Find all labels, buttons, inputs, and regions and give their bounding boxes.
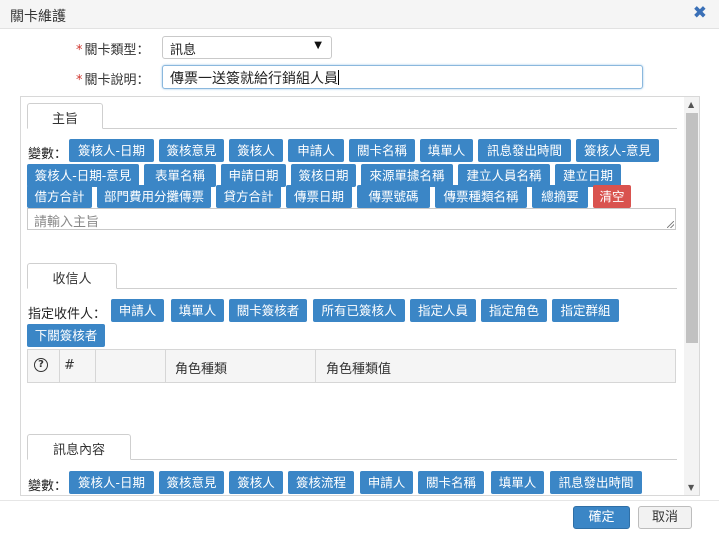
subject-var-button[interactable]: 簽核人-日期 <box>69 139 154 162</box>
vertical-scrollbar[interactable]: ▲ ▼ <box>684 97 699 495</box>
desc-input[interactable]: 傳票一送簽就給行銷組人員 <box>162 65 643 89</box>
subject-var-button[interactable]: 總摘要 <box>532 185 588 208</box>
recipient-button[interactable]: 申請人 <box>111 299 164 322</box>
recipient-button[interactable]: 所有已簽核人 <box>313 299 405 322</box>
subject-var-button[interactable]: 訊息發出時間 <box>478 139 571 162</box>
subject-var-button[interactable]: 申請日期 <box>221 164 286 187</box>
type-select[interactable]: 訊息 ▼ <box>162 36 332 59</box>
subject-var-button[interactable]: 建立日期 <box>555 164 621 187</box>
message-var-button[interactable]: 簽核人-日期 <box>69 471 154 494</box>
subject-var-button[interactable]: 傳票號碼 <box>357 185 430 208</box>
scroll-down-icon[interactable]: ▼ <box>688 483 694 492</box>
message-var-button[interactable]: 簽核意見 <box>159 471 224 494</box>
scroll-up-icon[interactable]: ▲ <box>688 100 694 109</box>
content-panel: 主旨 變數： 簽核人-日期 簽核意見 簽核人 申請人 關卡名稱 填單人 訊息發出… <box>20 96 700 496</box>
recipient-button[interactable]: 指定群組 <box>552 299 619 322</box>
table-header-role-type: 角色種類 <box>166 350 316 382</box>
recipient-button[interactable]: 關卡簽核者 <box>229 299 307 322</box>
message-var-button-partial[interactable] <box>254 495 324 496</box>
message-var-button-partial[interactable] <box>159 495 249 496</box>
subject-input[interactable]: 請輸入主旨 <box>27 208 676 230</box>
recipient-button[interactable]: 指定人員 <box>410 299 476 322</box>
message-var-button[interactable]: 關卡名稱 <box>418 471 484 494</box>
subject-var-button[interactable]: 建立人員名稱 <box>458 164 550 187</box>
message-var-button[interactable]: 簽核人 <box>229 471 283 494</box>
type-select-value: 訊息 <box>170 43 197 58</box>
message-var-button[interactable]: 訊息發出時間 <box>550 471 642 494</box>
tab-subject[interactable]: 主旨 <box>27 103 103 129</box>
subject-var-button[interactable]: 傳票日期 <box>286 185 352 208</box>
message-var-button[interactable]: 填單人 <box>491 471 544 494</box>
table-header-index: # <box>60 350 96 382</box>
subject-var-button[interactable]: 貸方合計 <box>216 185 281 208</box>
chevron-down-icon: ▼ <box>314 40 322 51</box>
clear-button[interactable]: 清空 <box>593 185 631 208</box>
cancel-button[interactable]: 取消 <box>638 506 692 529</box>
recipient-button[interactable]: 下關簽核者 <box>27 324 105 347</box>
desc-label: * 關卡說明： <box>76 73 150 88</box>
dialog-titlebar: 關卡維護 ✖ <box>0 0 719 29</box>
subject-var-label: 變數： <box>28 147 68 162</box>
dialog-title: 關卡維護 <box>10 9 66 25</box>
ok-button[interactable]: 確定 <box>573 506 630 529</box>
subject-var-button[interactable]: 簽核日期 <box>291 164 356 187</box>
message-var-label: 變數： <box>28 479 68 494</box>
message-var-button-partial[interactable] <box>425 495 515 496</box>
subject-var-button[interactable]: 簽核人-意見 <box>576 139 659 162</box>
subject-var-button[interactable]: 填單人 <box>420 139 473 162</box>
table-header-role-value: 角色種類值 <box>316 350 675 382</box>
help-icon[interactable]: ? <box>34 358 48 372</box>
message-var-button-partial[interactable] <box>69 495 154 496</box>
message-var-button[interactable]: 簽核流程 <box>288 471 354 494</box>
close-icon[interactable]: ✖ <box>693 3 707 23</box>
table-header-blank <box>96 350 166 382</box>
subject-var-button[interactable]: 簽核人 <box>229 139 283 162</box>
message-var-button-partial[interactable] <box>520 495 600 496</box>
subject-var-button[interactable]: 傳票種類名稱 <box>435 185 527 208</box>
recipient-label: 指定收件人： <box>28 307 107 322</box>
recipient-button[interactable]: 指定角色 <box>481 299 547 322</box>
subject-var-button[interactable]: 申請人 <box>288 139 344 162</box>
message-var-button-partial[interactable] <box>330 495 420 496</box>
subject-var-button[interactable]: 簽核人-日期-意見 <box>27 164 139 187</box>
subject-var-button[interactable]: 關卡名稱 <box>349 139 415 162</box>
type-label: * 關卡類型： <box>76 43 150 58</box>
tab-message[interactable]: 訊息內容 <box>27 434 131 460</box>
subject-var-button[interactable]: 表單名稱 <box>144 164 216 187</box>
tab-recipient[interactable]: 收信人 <box>27 263 117 289</box>
message-var-button[interactable]: 申請人 <box>360 471 413 494</box>
resize-grip-icon[interactable] <box>667 221 674 228</box>
recipient-button[interactable]: 填單人 <box>171 299 224 322</box>
subject-var-button[interactable]: 借方合計 <box>27 185 92 208</box>
scrollbar-thumb[interactable] <box>686 113 698 343</box>
table-header-help: ? <box>28 350 60 382</box>
recipient-table: ? # 角色種類 角色種類值 <box>27 349 676 383</box>
subject-var-button[interactable]: 部門費用分攤傳票 <box>97 185 211 208</box>
subject-var-button[interactable]: 簽核意見 <box>159 139 224 162</box>
subject-var-button[interactable]: 來源單據名稱 <box>361 164 453 187</box>
